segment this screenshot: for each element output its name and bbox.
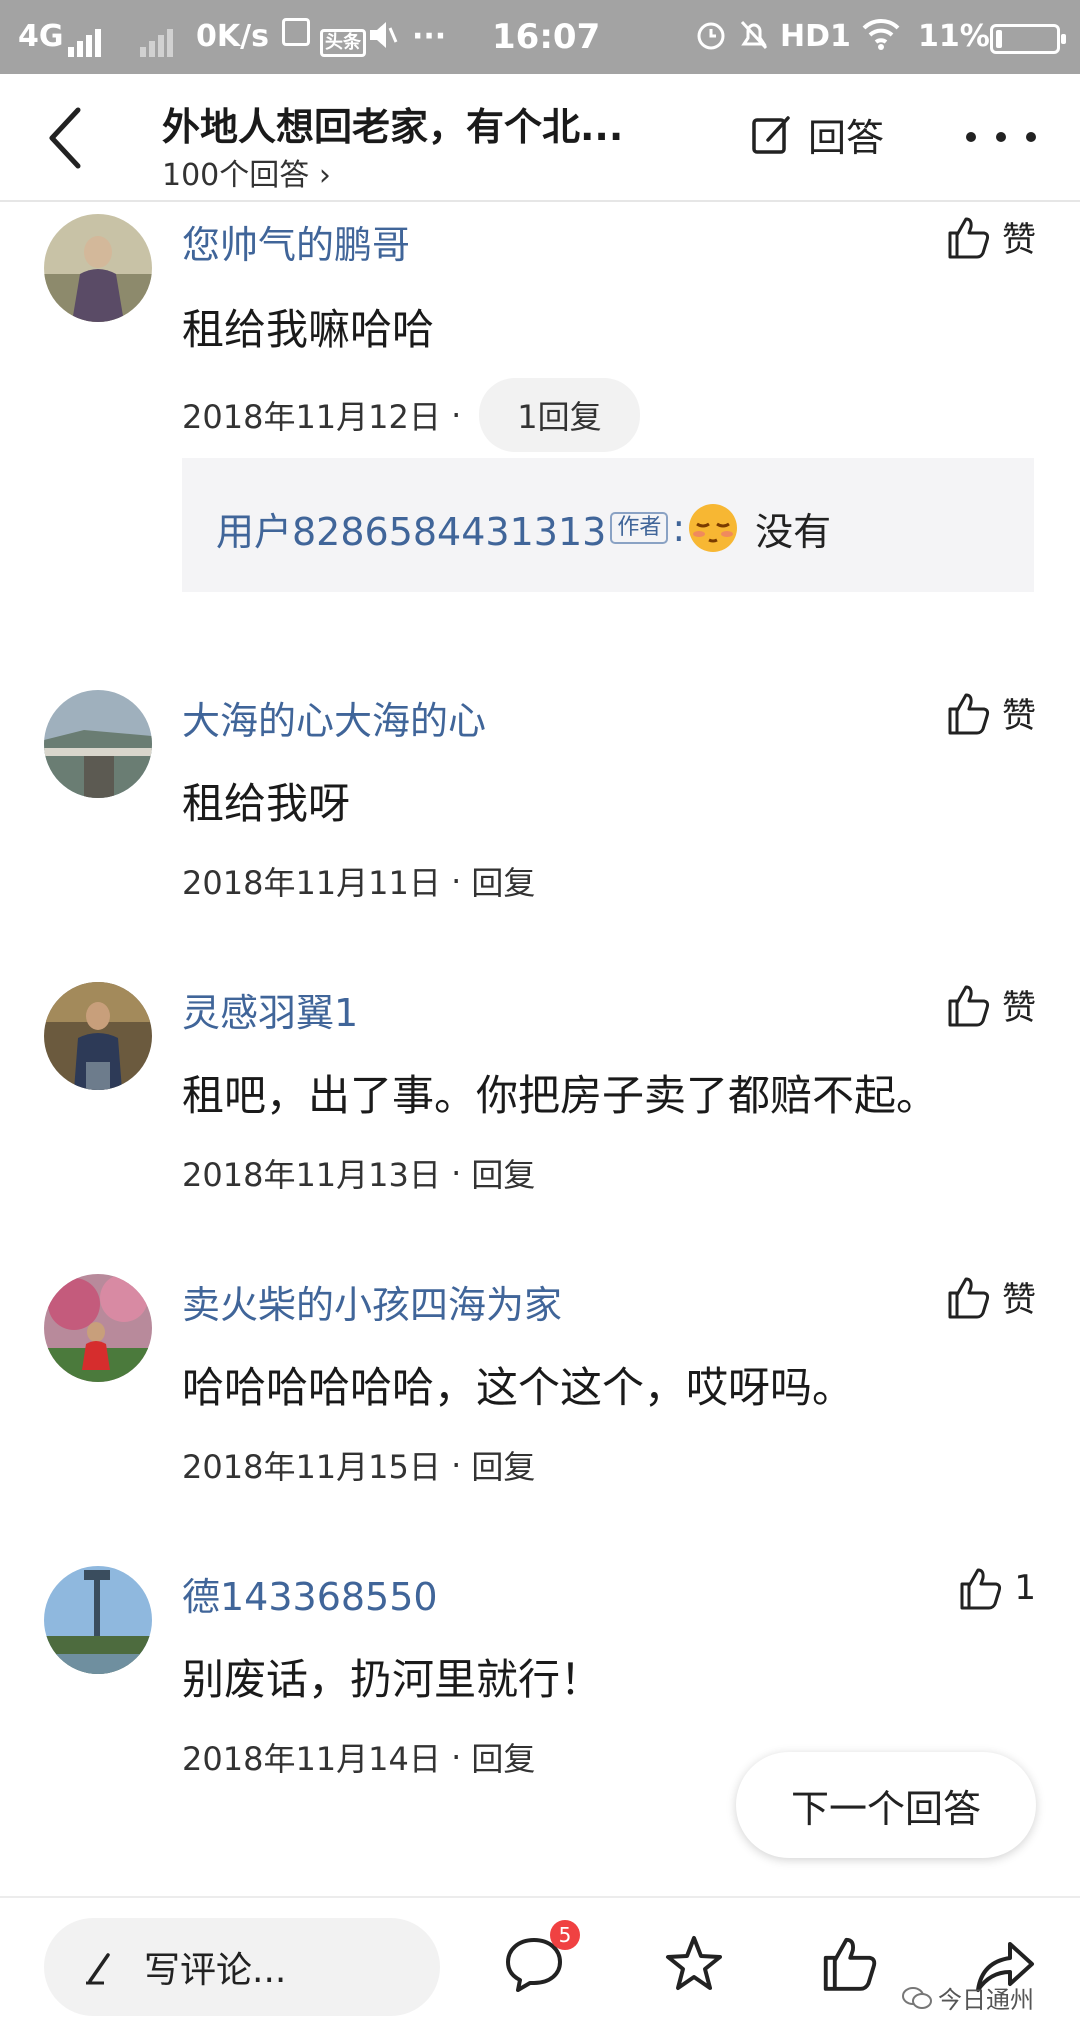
battery-percent: 11% — [918, 19, 990, 54]
answer-count: 100个回答 — [162, 158, 310, 193]
header: 外地人想回老家，有个北... 100个回答 › 回答 — [0, 74, 1080, 202]
like-button[interactable]: 赞 — [944, 688, 1036, 737]
reply-button[interactable]: 回复 — [471, 858, 535, 904]
next-answer-button[interactable]: 下一个回答 — [736, 1752, 1036, 1858]
edit-icon — [752, 116, 790, 154]
comment-text: 租给我嘛哈哈 — [182, 305, 435, 354]
thumbs-up-icon — [948, 985, 990, 1026]
author-tag: 作者 — [610, 512, 669, 544]
comment-text: 别废话，扔河里就行！ — [182, 1655, 603, 1704]
comment-meta: 2018年11月15日 · 回复 — [182, 1442, 535, 1488]
chevron-right-icon: › — [318, 158, 331, 193]
like-button[interactable]: 赞 — [944, 980, 1036, 1029]
wechat-icon — [902, 1986, 932, 2009]
comment-item: 卖火柴的小孩四海为家 赞 哈哈哈哈哈哈，这个这个，哎呀吗。 2018年11月15… — [0, 1260, 1080, 1520]
comment-count-badge: 5 — [550, 1920, 580, 1950]
avatar[interactable] — [44, 690, 152, 798]
avatar[interactable] — [44, 982, 152, 1090]
status-more: ··· — [412, 19, 447, 54]
dnd-icon — [738, 18, 770, 62]
thumbs-up-icon — [823, 1937, 877, 1991]
network-speed: 0K/s — [196, 19, 269, 54]
shy-face-emoji-icon — [685, 500, 741, 556]
comment-text: 哈哈哈哈哈哈，这个这个，哎呀吗。 — [182, 1363, 855, 1412]
thumbs-up-icon — [948, 693, 990, 734]
avatar[interactable] — [44, 214, 152, 322]
comment-meta: 2018年11月11日 · 回复 — [182, 858, 535, 904]
star-icon — [666, 1936, 722, 1990]
comment-username[interactable]: 灵感羽翼1 — [182, 982, 358, 1037]
like-label: 赞 — [1002, 696, 1036, 736]
answer-button-label: 回答 — [808, 115, 885, 160]
comment-meta: 2018年11月12日 · 1回复 — [182, 378, 640, 452]
thumbs-up-icon — [948, 217, 990, 258]
comment-username[interactable]: 您帅气的鹏哥 — [182, 214, 410, 269]
reply-button[interactable]: 回复 — [471, 1442, 535, 1488]
avatar[interactable] — [44, 1566, 152, 1674]
mute-icon — [368, 18, 398, 62]
comment-meta: 2018年11月14日 · 回复 — [182, 1734, 535, 1780]
comment-username[interactable]: 德143368550 — [182, 1566, 438, 1621]
like-count: 1 — [1014, 1568, 1036, 1608]
signal-icon — [68, 22, 104, 57]
back-button[interactable] — [40, 98, 110, 178]
thumbs-up-icon — [960, 1568, 1002, 1610]
like-label: 赞 — [1002, 1280, 1036, 1320]
write-comment-placeholder: 写评论... — [144, 1950, 287, 1991]
like-label: 赞 — [1002, 988, 1036, 1028]
answer-count-link[interactable]: 100个回答 › — [162, 150, 331, 194]
alarm-icon — [694, 18, 728, 62]
comment-date: 2018年11月14日 — [182, 1740, 441, 1778]
write-comment-input[interactable]: 写评论... — [44, 1918, 440, 2016]
comment-date: 2018年11月15日 — [182, 1448, 441, 1486]
comment-text: 租给我呀 — [182, 779, 351, 828]
reply-username[interactable]: 用户8286584431313 — [216, 501, 606, 556]
reply-button[interactable]: 回复 — [471, 1150, 535, 1196]
network-type: 4G — [18, 19, 64, 54]
more-dots-icon[interactable] — [966, 122, 1036, 152]
signal-2-icon — [140, 22, 176, 57]
comment-username[interactable]: 大海的心大海的心 — [182, 690, 486, 745]
thumbs-up-icon — [948, 1277, 990, 1318]
avatar[interactable] — [44, 1274, 152, 1382]
comment-date: 2018年11月12日 — [182, 398, 441, 436]
favorite-button[interactable] — [662, 1932, 726, 2000]
like-article-button[interactable] — [818, 1932, 880, 1998]
reply-text: 没有 — [755, 509, 832, 554]
watermark: 今日通州 — [902, 1980, 1034, 2015]
like-button[interactable]: 赞 — [944, 1272, 1036, 1321]
reply-button[interactable]: 回复 — [471, 1734, 535, 1780]
clock: 16:07 — [492, 17, 601, 57]
page-title[interactable]: 外地人想回老家，有个北... — [162, 96, 623, 151]
comment-item: 您帅气的鹏哥 赞 租给我嘛哈哈 2018年11月12日 · 1回复 用户8286… — [0, 200, 1080, 640]
hd-indicator: HD1 — [780, 19, 851, 54]
reply-preview[interactable]: 用户8286584431313 作者 : 没有 — [182, 458, 1034, 592]
watermark-text: 今日通州 — [938, 1986, 1034, 2014]
back-arrow-icon — [49, 107, 81, 169]
battery-level — [996, 30, 1002, 48]
comment-date: 2018年11月11日 — [182, 864, 441, 902]
notification-icon — [282, 18, 310, 57]
answer-button[interactable]: 回答 — [750, 104, 884, 164]
pen-icon — [86, 1953, 110, 1985]
comment-item: 大海的心大海的心 赞 租给我呀 2018年11月11日 · 回复 — [0, 676, 1080, 936]
like-button[interactable]: 赞 — [944, 212, 1036, 261]
like-label: 赞 — [1002, 220, 1036, 260]
like-button[interactable]: 1 — [956, 1564, 1036, 1612]
status-bar: 4G 0K/s 头条 ··· 16:07 HD1 11% — [0, 0, 1080, 74]
comment-text: 租吧，出了事。你把房子卖了都赔不起。 — [182, 1071, 939, 1120]
reply-count-button[interactable]: 1回复 — [479, 378, 640, 452]
wifi-icon — [862, 18, 900, 60]
app-badge: 头条 — [320, 24, 366, 62]
comment-username[interactable]: 卖火柴的小孩四海为家 — [182, 1274, 562, 1329]
comment-meta: 2018年11月13日 · 回复 — [182, 1150, 535, 1196]
comment-item: 灵感羽翼1 赞 租吧，出了事。你把房子卖了都赔不起。 2018年11月13日 ·… — [0, 968, 1080, 1228]
comment-date: 2018年11月13日 — [182, 1156, 441, 1194]
battery-icon — [990, 24, 1066, 54]
bottom-bar: 写评论... 5 今日通州 — [0, 1896, 1080, 2034]
